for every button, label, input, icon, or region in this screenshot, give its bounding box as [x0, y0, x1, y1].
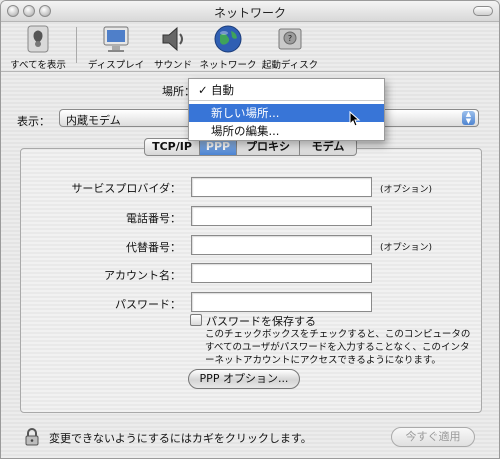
- password-label: パスワード：: [115, 298, 181, 311]
- apply-now-button[interactable]: 今すぐ適用: [391, 427, 475, 447]
- ppp-options-button[interactable]: PPP オプション...: [188, 369, 300, 389]
- toolbar-label-startup-disk: 起動ディスク: [261, 60, 319, 71]
- lock-icon[interactable]: [24, 428, 40, 446]
- checkmark-icon: ✓: [198, 83, 208, 97]
- display-icon: [100, 23, 132, 55]
- service-provider-label: サービスプロバイダ：: [71, 182, 181, 195]
- alternate-number-field[interactable]: [191, 235, 372, 255]
- save-password-description: このチェックボックスをチェックすると、このコンピュータのすべてのユーザがパスワー…: [205, 329, 471, 366]
- toolbar-label-display: ディスプレイ: [87, 60, 145, 71]
- location-menu-item-current[interactable]: ✓ 自動: [189, 81, 384, 99]
- show-all-icon: [22, 23, 54, 55]
- toolbar-item-network[interactable]: ネットワーク: [197, 23, 259, 71]
- svg-text:?: ?: [288, 34, 292, 43]
- location-current-label: 自動: [211, 83, 234, 97]
- menu-separator: [189, 100, 384, 101]
- toolbar-separator: [76, 27, 77, 63]
- toolbar-toggle-button[interactable]: [473, 6, 493, 16]
- phone-number-label: 電話番号：: [126, 212, 181, 225]
- toolbar-label-sound: サウンド: [153, 60, 192, 71]
- network-preferences-window: ネットワーク すべてを表示 ディスプレイ サウンド ネットワーク ? 起動ディス…: [0, 0, 500, 459]
- location-menu-edit-label: 場所の編集...: [211, 124, 280, 138]
- account-name-label: アカウント名：: [104, 269, 181, 282]
- toolbar-item-display[interactable]: ディスプレイ: [85, 23, 147, 71]
- alternate-number-hint: (オプション): [380, 243, 433, 253]
- show-label: 表示：: [17, 115, 50, 128]
- sound-icon: [157, 23, 189, 55]
- location-menu: ✓ 自動 新しい場所... 場所の編集...: [188, 78, 385, 141]
- toolbar-label-network: ネットワーク: [199, 60, 257, 71]
- service-provider-hint: (オプション): [380, 185, 433, 195]
- toolbar-label-show-all: すべてを表示: [10, 60, 66, 71]
- lock-message: 変更できないようにするにはカギをクリックします。: [49, 432, 312, 445]
- toolbar-item-sound[interactable]: サウンド: [147, 23, 199, 71]
- title-bar[interactable]: ネットワーク: [1, 1, 499, 22]
- save-password-label[interactable]: パスワードを保存する: [206, 313, 316, 329]
- show-popup-value: 内蔵モデム: [66, 114, 121, 127]
- toolbar-item-show-all[interactable]: すべてを表示: [7, 23, 69, 71]
- startup-disk-icon: ?: [274, 23, 306, 55]
- service-provider-field[interactable]: [191, 177, 372, 197]
- toolbar: すべてを表示 ディスプレイ サウンド ネットワーク ? 起動ディスク: [1, 21, 499, 72]
- phone-number-field[interactable]: [191, 206, 372, 226]
- account-name-field[interactable]: [191, 263, 372, 283]
- password-field[interactable]: [191, 292, 372, 312]
- save-password-checkbox[interactable]: [190, 314, 202, 326]
- toolbar-item-startup-disk[interactable]: ? 起動ディスク: [259, 23, 321, 71]
- footer: 変更できないようにするにはカギをクリックします。 今すぐ適用: [1, 419, 499, 458]
- network-globe-icon: [212, 23, 244, 55]
- window-title: ネットワーク: [213, 6, 286, 20]
- popup-arrows-icon: ▲ ▼: [462, 111, 475, 125]
- location-menu-new-label: 新しい場所...: [211, 106, 280, 120]
- alternate-number-label: 代替番号：: [126, 241, 181, 254]
- mouse-pointer-icon: [349, 111, 361, 127]
